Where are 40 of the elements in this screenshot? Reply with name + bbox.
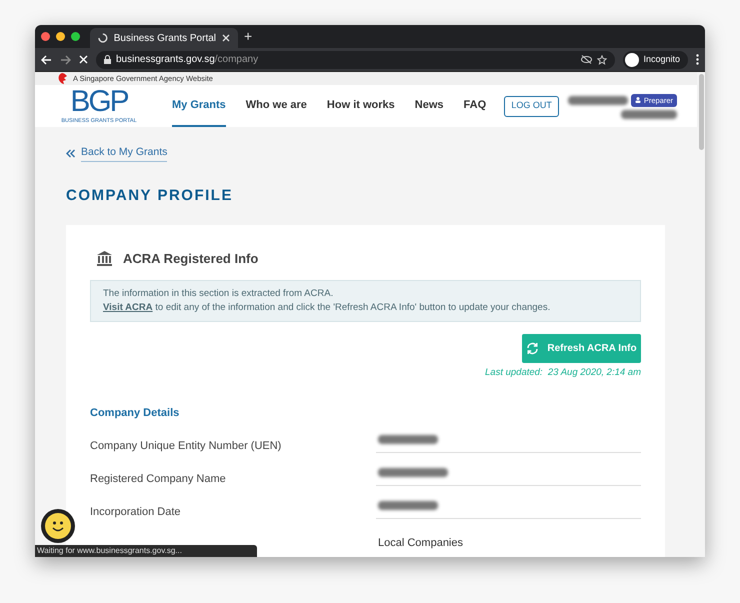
page-title: COMPANY PROFILE bbox=[66, 186, 234, 206]
field-label: Company Unique Entity Number (UEN) bbox=[90, 440, 282, 452]
last-updated-text: Last updated: 23 Aug 2020, 2:14 am bbox=[485, 366, 641, 380]
nav-link[interactable]: FAQ bbox=[464, 85, 486, 128]
section-heading: Company Details bbox=[90, 406, 180, 420]
logout-button[interactable]: LOG OUT bbox=[504, 96, 560, 117]
field-value: Local Companies bbox=[378, 537, 463, 549]
nav-link[interactable]: Who we are bbox=[246, 85, 307, 128]
field-label: Registered Company Name bbox=[90, 473, 226, 485]
new-tab-button[interactable]: + bbox=[244, 26, 252, 47]
bank-building-icon bbox=[96, 250, 113, 267]
status-bubble: Waiting for www.businessgrants.gov.sg... bbox=[35, 545, 257, 557]
visit-acra-link[interactable]: Visit ACRA bbox=[103, 302, 153, 314]
incognito-profile-button[interactable]: Incognito bbox=[623, 50, 688, 68]
double-chevron-left-icon bbox=[66, 149, 75, 158]
user-icon bbox=[634, 97, 641, 104]
smiley-face-icon[interactable] bbox=[45, 513, 71, 539]
menu-icon[interactable] bbox=[696, 54, 699, 65]
minimize-window-icon[interactable] bbox=[56, 32, 65, 41]
back-link[interactable]: Back to My Grants bbox=[66, 145, 168, 162]
close-tab-icon[interactable] bbox=[222, 34, 230, 42]
card-title: ACRA Registered Info bbox=[123, 250, 258, 268]
nav-link[interactable]: News bbox=[414, 85, 444, 128]
field-label: Incorporation Date bbox=[90, 506, 180, 518]
eye-slash-icon[interactable] bbox=[581, 55, 592, 64]
back-arrow-icon[interactable] bbox=[41, 54, 52, 64]
address-bar[interactable]: businessgrants.gov.sg/company bbox=[96, 50, 616, 68]
browser-tab[interactable]: Business Grants Portal bbox=[90, 28, 238, 48]
notice-text: The information in this section is extracted from ACRA. bbox=[103, 287, 334, 302]
maximize-window-icon[interactable] bbox=[71, 32, 80, 41]
stop-loading-icon[interactable] bbox=[79, 55, 88, 64]
star-icon[interactable] bbox=[597, 54, 608, 64]
refresh-icon bbox=[526, 342, 540, 356]
notice-text: Visit ACRA to edit any of the information and click the 'Refresh ACRA Info' button to update your changes. bbox=[103, 301, 552, 316]
lock-icon bbox=[104, 55, 111, 64]
url-text: businessgrants.gov.sg/company bbox=[116, 53, 260, 67]
nav-link[interactable]: My Grants bbox=[172, 85, 226, 128]
forward-arrow-icon[interactable] bbox=[60, 54, 71, 64]
close-window-icon[interactable] bbox=[41, 32, 50, 41]
nav-link[interactable]: How it works bbox=[326, 85, 395, 128]
